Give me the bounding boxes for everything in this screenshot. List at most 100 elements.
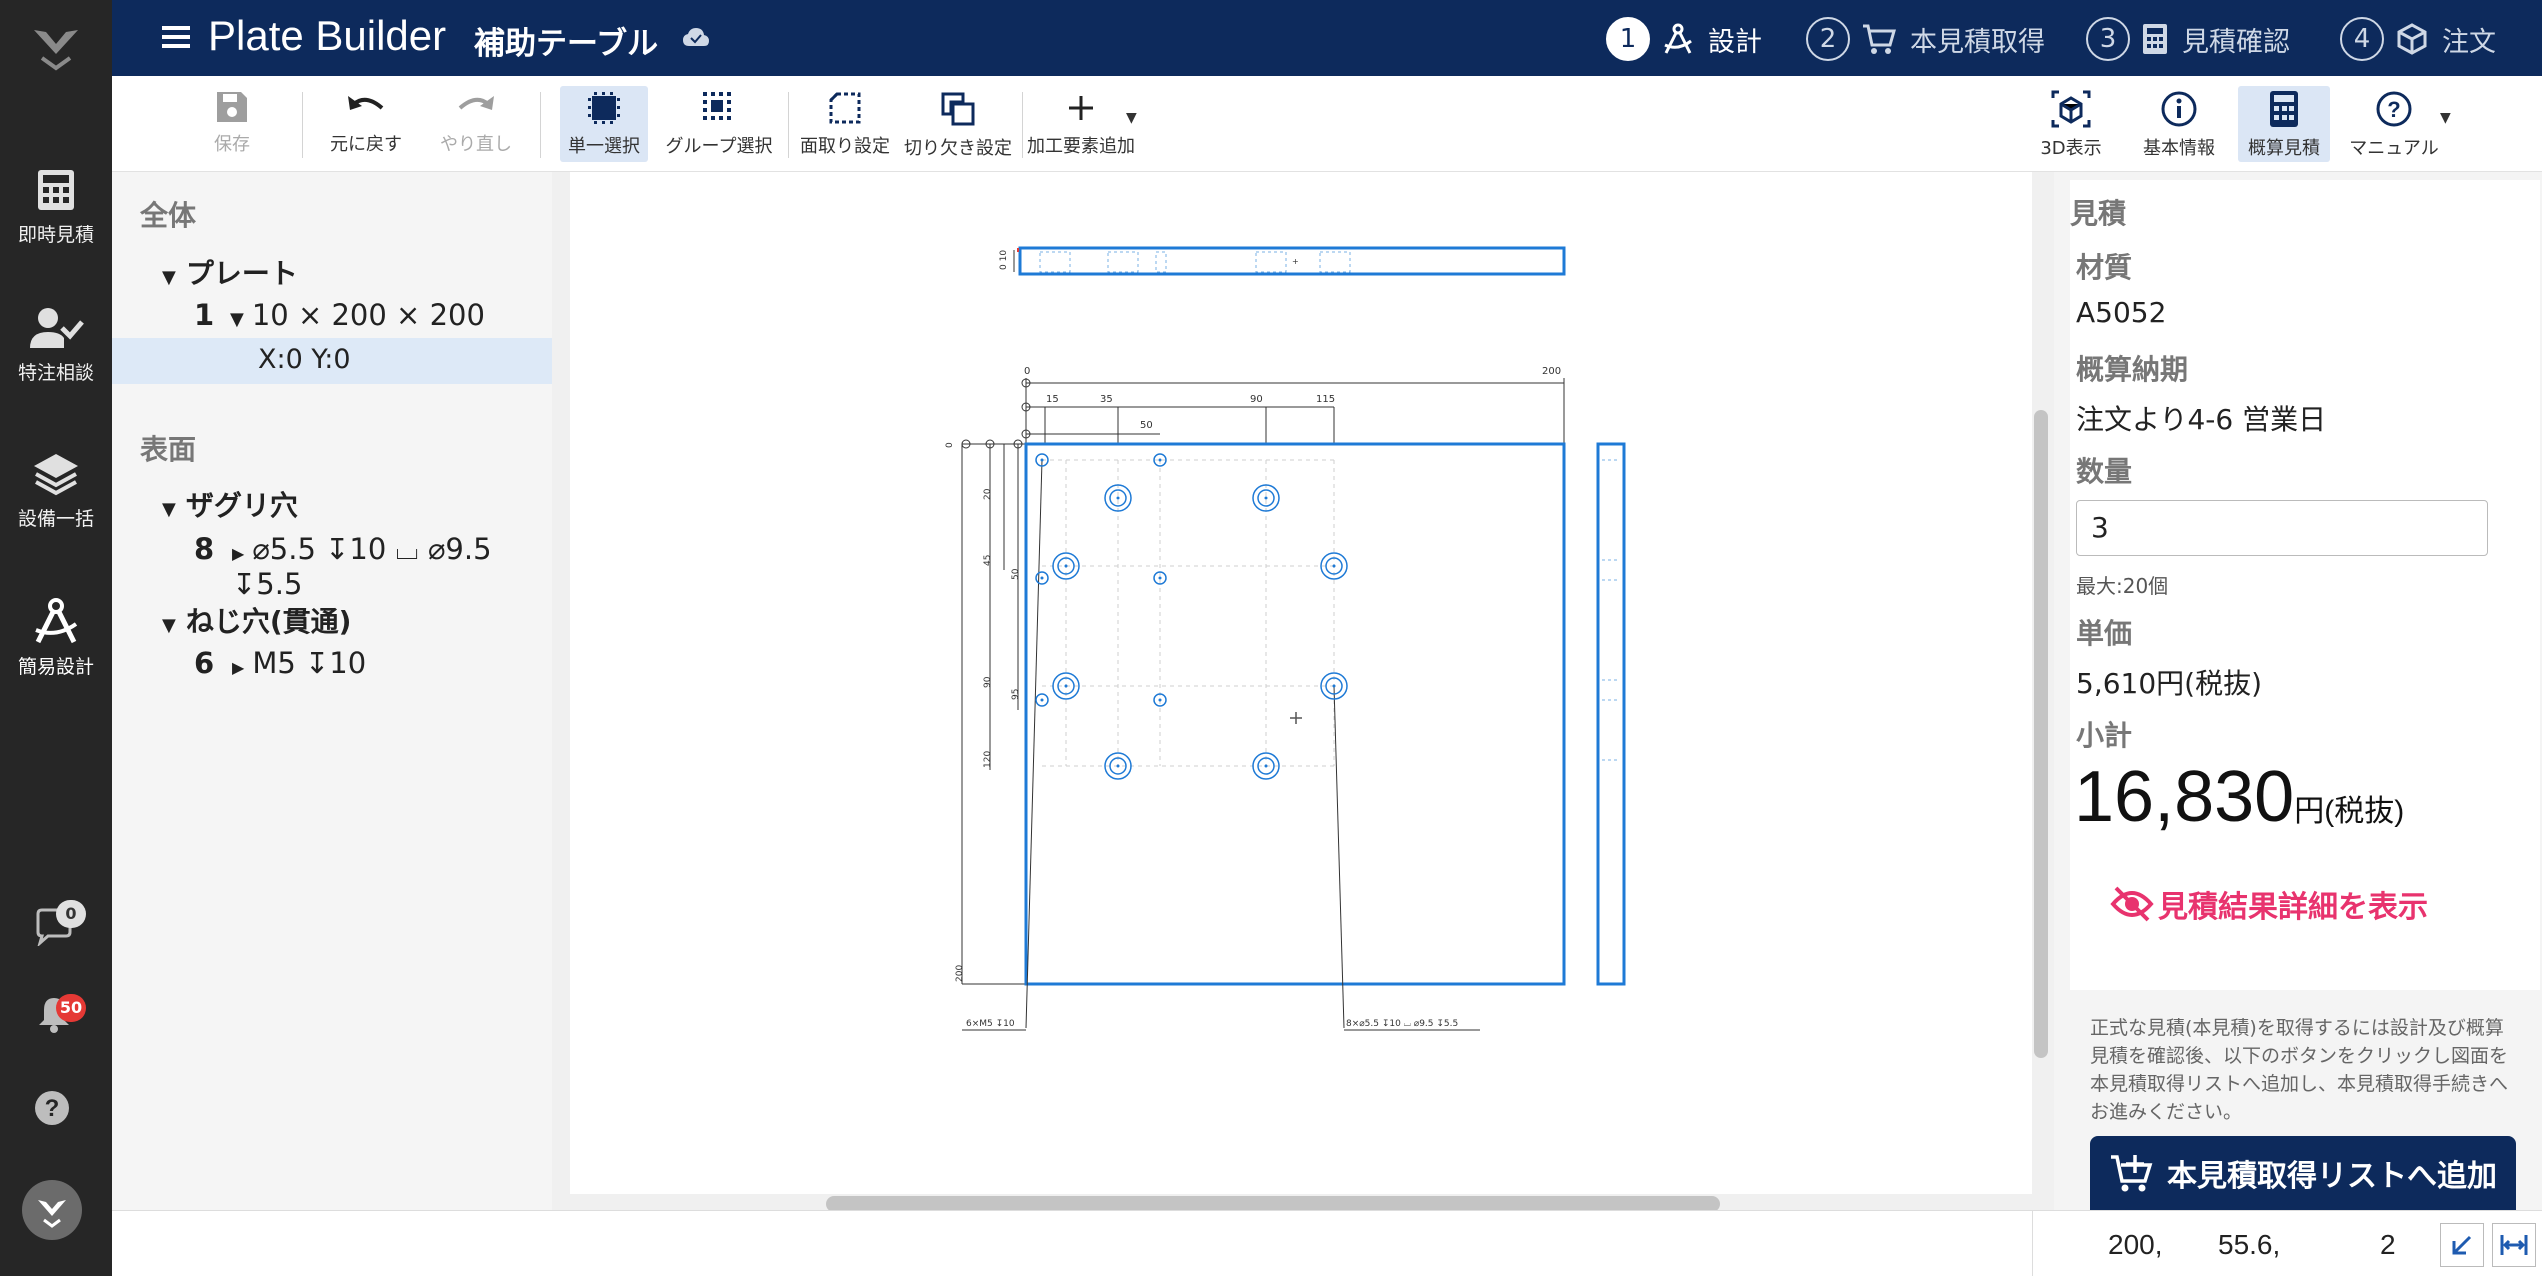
estimate-button[interactable]: 概算見積 [2238,86,2330,162]
tree-group-counterbore[interactable]: ▼ ザグリ穴 [162,484,298,524]
add-to-quote-list-button[interactable]: 本見積取得リストへ追加 [2090,1136,2516,1210]
expand-caret-icon[interactable]: ▼ [162,615,176,636]
document-title[interactable]: 補助テーブル [474,18,658,63]
unit-price-label: 単価 [2076,617,2133,650]
collapse-caret-icon[interactable]: ▶ [232,658,244,677]
step-number: 2 [1806,17,1850,61]
user-avatar[interactable] [22,1180,82,1240]
coord-x: 200, [2108,1229,2163,1260]
rail-item-instant-quote[interactable]: 即時見積 [0,168,112,247]
estimate-card: 見積 材質 A5052 概算納期 注文より4-6 営業日 数量 3 最大:20個… [2070,180,2540,990]
cloud-saved-icon [683,28,709,46]
quantity-input[interactable]: 3 [2076,500,2488,556]
svg-text:?: ? [2387,97,2400,122]
step-order[interactable]: 4 注文 [2340,16,2496,62]
single-select-icon [588,92,620,124]
notification-count-badge: 50 [56,994,86,1022]
caret-down-icon[interactable]: ▼ [2440,110,2451,126]
collapse-caret-icon[interactable]: ▶ [232,544,244,563]
add-button-label: 本見積取得リストへ追加 [2167,1159,2497,1194]
notch-button[interactable]: 切り欠き設定 [900,86,1016,162]
app-title: Plate Builder [208,12,447,59]
tree-group-tapped-hole[interactable]: ▼ ねじ穴(貫通) [162,600,351,640]
save-button[interactable]: 保存 [204,86,260,162]
tapped-holes[interactable] [1035,453,1167,707]
vertical-scrollbar[interactable] [2034,410,2048,1058]
step-number: 3 [2086,17,2130,61]
single-select-button[interactable]: 単一選択 [560,86,648,162]
tree-count: 6 [194,646,215,680]
expand-caret-icon[interactable]: ▼ [230,309,244,330]
toolbar-divider [1022,92,1023,158]
step-design[interactable]: 1 設計 [1606,16,1762,62]
tree-group-label: ねじ穴(貫通) [185,605,352,638]
redo-button[interactable]: やり直し [434,86,518,162]
dim-label: 35 [1100,394,1113,405]
calculator-icon [38,170,74,210]
chamfer-icon [829,92,861,124]
dim-label: 120 [983,751,993,768]
rail-item-custom-consult[interactable]: 特注相談 [0,306,112,385]
step-label: 本見積取得 [1910,26,2045,58]
step-formal-quote[interactable]: 2 本見積取得 [1806,16,2045,62]
tree-item-tapped-hole[interactable]: ▶ M5 ↧10 [232,646,366,680]
tree-group-plate[interactable]: ▼ プレート [162,252,298,292]
add-feature-button[interactable]: 加工要素追加 [1024,86,1138,162]
tree-header-surface: 表面 [140,433,197,466]
plate-side-view[interactable] [1596,442,1626,986]
avatar-logo-icon [38,1200,66,1228]
plate-drawing[interactable]: 0 10 + 0 200 15 35 90 115 50 0 20 45 50 … [570,172,2032,1194]
arrow-down-left-icon [2452,1235,2472,1255]
subtotal-amount: 16,830 [2074,757,2295,837]
plate-front-view[interactable] [1024,442,1566,986]
counterbore-spec: ⌀5.5 ↧10 ⌴ ⌀9.5 ↧5.5 [232,532,492,601]
svg-text:+: + [1292,257,1299,266]
counterbore-holes[interactable] [1052,484,1348,780]
fit-corner-button[interactable] [2440,1223,2484,1267]
chamfer-button[interactable]: 面取り設定 [794,86,896,162]
dim-label: 15 [1046,394,1059,405]
calculator-icon [2270,91,2298,127]
help-button[interactable]: ? [34,1090,70,1126]
dim-label: 200 [955,965,965,982]
tree-item-plate[interactable]: ▼ 10 × 200 × 200 [230,298,485,332]
basic-info-button[interactable]: 基本情報 [2128,86,2230,162]
leadtime-label: 概算納期 [2076,353,2189,386]
expand-caret-icon[interactable]: ▼ [162,267,176,288]
layers-icon [34,454,78,496]
formal-quote-note: 正式な見積(本見積)を取得するには設計及び概算見積を確認後、以下のボタンをクリッ… [2090,1017,2509,1123]
expand-caret-icon[interactable]: ▼ [162,499,176,520]
drawing-canvas[interactable]: 0 10 + 0 200 15 35 90 115 50 0 20 45 50 … [570,172,2032,1194]
group-select-button[interactable]: グループ選択 [660,86,778,162]
save-label: 保存 [214,134,250,155]
save-icon [217,92,247,122]
view-3d-button[interactable]: 3D表示 [2026,86,2116,162]
dim-label: 115 [1316,394,1335,405]
rail-item-bulk-equipment[interactable]: 設備一括 [0,452,112,531]
tree-header-all: 全体 [140,199,197,232]
step-confirm-quote[interactable]: 3 見積確認 [2086,16,2290,62]
undo-icon [348,96,384,110]
show-estimate-detail-link[interactable]: 見積結果詳細を表示 [2110,882,2428,926]
menu-icon[interactable] [162,24,190,50]
undo-label: 元に戻す [330,134,402,155]
rail-item-simple-design[interactable]: 簡易設計 [0,598,112,679]
tree-count: 1 [194,298,215,332]
step-number: 4 [2340,17,2384,61]
undo-button[interactable]: 元に戻す [324,86,408,162]
add-feature-label: 加工要素追加 [1027,136,1135,157]
caret-down-icon[interactable]: ▼ [1126,110,1137,126]
crosshair-cursor-icon [1290,712,1302,724]
quantity-label: 数量 [2076,455,2133,488]
plate-position[interactable]: X:0 Y:0 [258,344,351,375]
manual-button[interactable]: ? マニュアル [2340,86,2448,162]
rail-label: 特注相談 [17,362,94,384]
tap-spec: M5 ↧10 [252,646,367,680]
dim-label: 90 [1250,394,1263,405]
fit-width-button[interactable] [2492,1223,2536,1267]
step-number: 1 [1606,17,1650,61]
coord-y: 55.6, [2218,1229,2281,1260]
logo-icon[interactable] [28,20,84,76]
subtotal-unit: 円(税抜) [2294,795,2405,828]
tree-item-counterbore[interactable]: ▶ ⌀5.5 ↧10 ⌴ ⌀9.5 ↧5.5 [232,532,552,601]
